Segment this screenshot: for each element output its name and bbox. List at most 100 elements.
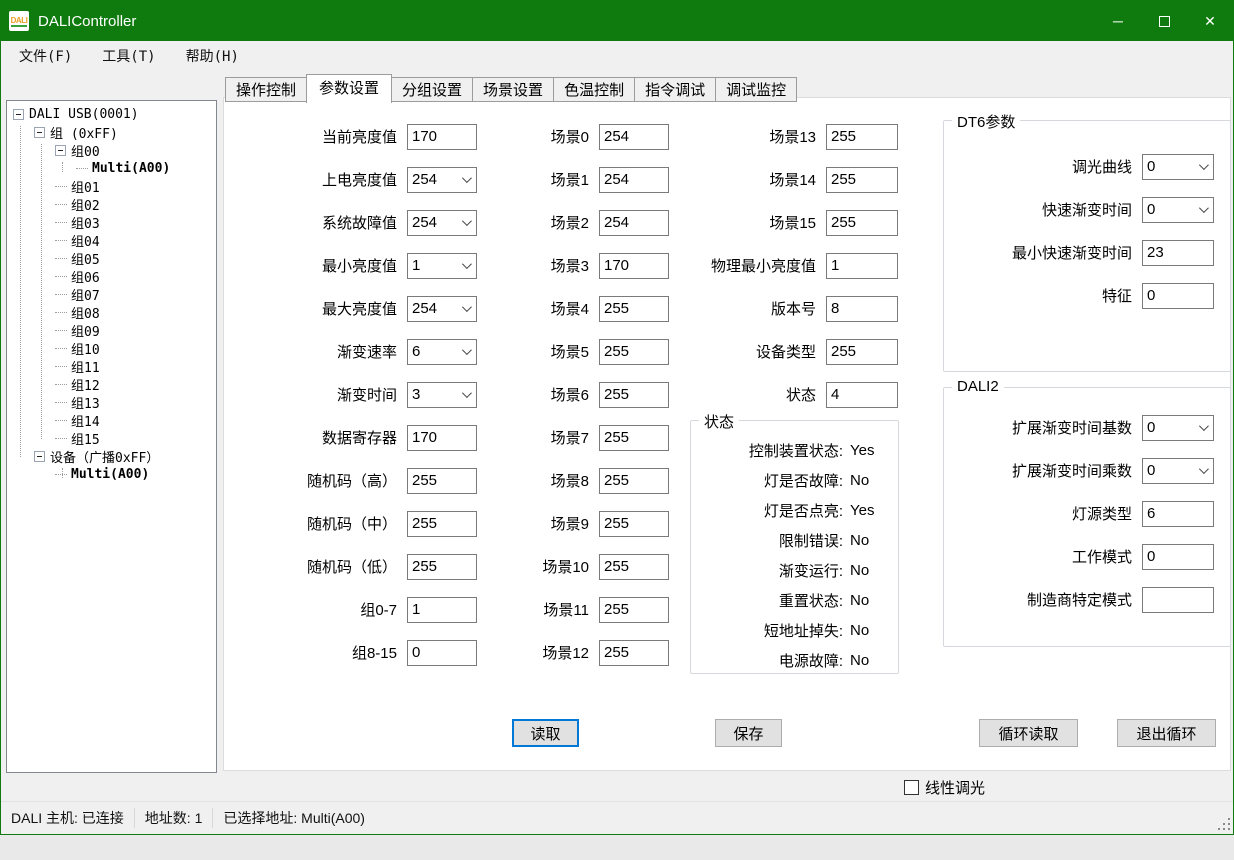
tab-0[interactable]: 操作控制 [225,77,307,102]
tree-node[interactable]: 组10 [7,339,216,357]
tree-node[interactable]: Multi(A00) [7,465,216,483]
status-bar: DALI 主机: 已连接 地址数: 1 已选择地址: Multi(A00) [1,801,1233,834]
param-input[interactable] [1142,240,1214,266]
tab-5[interactable]: 指令调试 [635,77,716,102]
param-input[interactable] [599,468,669,494]
tree-collapse-icon[interactable] [13,109,24,120]
resize-grip[interactable] [1216,816,1230,830]
param-input[interactable] [599,640,669,666]
tree-node[interactable]: 组12 [7,375,216,393]
tree-collapse-icon[interactable] [34,451,45,462]
param-input[interactable] [826,167,898,193]
tree-node[interactable]: 设备（广播0xFF） [7,447,216,465]
tree-node[interactable]: 组01 [7,177,216,195]
menu-item-2[interactable]: 帮助(H) [174,42,251,70]
param-combobox[interactable]: 1 [407,253,477,279]
maximize-button[interactable] [1141,1,1187,41]
chevron-down-icon [462,345,472,355]
param-label: 状态 [644,384,816,405]
status-label: 电源故障: [691,650,843,671]
tab-4[interactable]: 色温控制 [554,77,635,102]
param-input[interactable] [826,210,898,236]
read-button[interactable]: 读取 [512,719,579,747]
menu-item-0[interactable]: 文件(F) [7,42,84,70]
dt6-group-title: DT6参数 [952,111,1020,132]
tree-node[interactable]: 组15 [7,429,216,447]
param-row: 工作模式 [944,535,1230,578]
param-input[interactable] [407,124,477,150]
param-row: 场景12 [474,631,669,674]
status-row: 灯是否点亮:Yes [691,495,898,525]
tree-node[interactable]: 组07 [7,285,216,303]
tree-node[interactable]: 组06 [7,267,216,285]
param-label: 场景12 [474,642,589,663]
linear-dimming-checkbox[interactable]: 线性调光 [904,777,985,798]
param-input[interactable] [599,425,669,451]
param-combobox[interactable]: 6 [407,339,477,365]
param-input[interactable] [599,554,669,580]
param-input[interactable] [407,425,477,451]
param-combobox[interactable]: 0 [1142,197,1214,223]
param-combobox[interactable]: 254 [407,296,477,322]
tree-node[interactable]: 组14 [7,411,216,429]
tree-node[interactable]: 组13 [7,393,216,411]
status-row: 限制错误:No [691,525,898,555]
tree-node-label: 组05 [71,249,100,268]
tree-node[interactable]: 组03 [7,213,216,231]
param-input[interactable] [826,296,898,322]
close-button[interactable]: ✕ [1187,1,1233,41]
param-row: 场景10 [474,545,669,588]
tree-collapse-icon[interactable] [34,127,45,138]
param-input[interactable] [407,640,477,666]
param-input[interactable] [407,554,477,580]
tree-node[interactable]: DALI USB(0001) [7,105,216,123]
minimize-button[interactable]: ─ [1095,1,1141,41]
param-input[interactable] [599,511,669,537]
tree-node-label: 组03 [71,213,100,232]
param-input[interactable] [1142,283,1214,309]
loop-read-button[interactable]: 循环读取 [979,719,1078,747]
param-input[interactable] [826,253,898,279]
param-input[interactable] [1142,544,1214,570]
tab-3[interactable]: 场景设置 [473,77,554,102]
param-input[interactable] [599,597,669,623]
param-input[interactable] [407,597,477,623]
tree-node[interactable]: 组 (0xFF) [7,123,216,141]
param-combobox[interactable]: 3 [407,382,477,408]
tree-node[interactable]: 组05 [7,249,216,267]
tab-1[interactable]: 参数设置 [306,74,392,103]
tree-node-label: DALI USB(0001) [29,107,139,122]
save-button[interactable]: 保存 [715,719,782,747]
param-combobox[interactable]: 254 [407,210,477,236]
param-input[interactable] [826,382,898,408]
tab-strip: 操作控制参数设置分组设置场景设置色温控制指令调试调试监控 [225,73,797,102]
tree-node[interactable]: 组04 [7,231,216,249]
param-input[interactable] [1142,501,1214,527]
tab-2[interactable]: 分组设置 [392,77,473,102]
param-input[interactable] [407,511,477,537]
menu-item-1[interactable]: 工具(T) [90,42,167,70]
tree-collapse-icon[interactable] [55,145,66,156]
tree-node[interactable]: 组00 [7,141,216,159]
param-input[interactable] [826,339,898,365]
param-input[interactable] [826,124,898,150]
param-row: 场景3 [474,244,669,287]
param-combobox[interactable]: 0 [1142,458,1214,484]
param-label: 场景10 [474,556,589,577]
param-combobox[interactable]: 254 [407,167,477,193]
tree-node[interactable]: 组09 [7,321,216,339]
tree-guide [20,126,21,457]
tree-connector [55,438,67,439]
exit-loop-button[interactable]: 退出循环 [1117,719,1216,747]
tree-node[interactable]: 组11 [7,357,216,375]
param-combobox[interactable]: 0 [1142,154,1214,180]
status-row: 短地址掉失:No [691,615,898,645]
tab-6[interactable]: 调试监控 [716,77,797,102]
param-input[interactable] [407,468,477,494]
tree-node[interactable]: 组02 [7,195,216,213]
tree-node[interactable]: Multi(A00) [7,159,216,177]
param-label: 场景4 [474,298,589,319]
param-combobox[interactable]: 0 [1142,415,1214,441]
tree-node[interactable]: 组08 [7,303,216,321]
param-input[interactable] [1142,587,1214,613]
